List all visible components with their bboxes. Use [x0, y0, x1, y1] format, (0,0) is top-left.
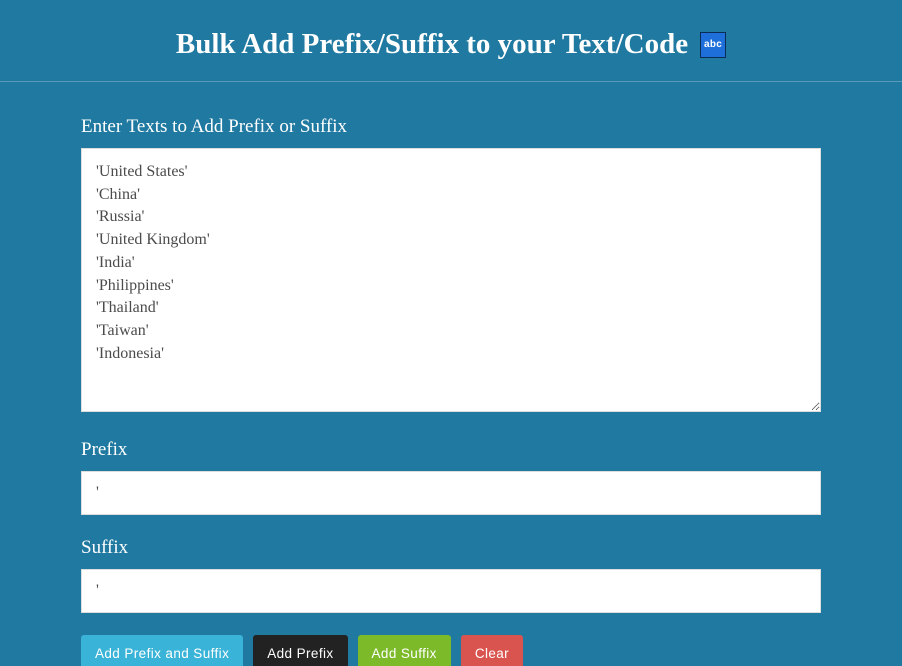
suffix-label: Suffix: [81, 537, 821, 559]
add-suffix-button[interactable]: Add Suffix: [358, 635, 451, 666]
prefix-label: Prefix: [81, 439, 821, 461]
clear-button[interactable]: Clear: [461, 635, 523, 666]
suffix-input[interactable]: [81, 569, 821, 613]
add-prefix-button[interactable]: Add Prefix: [253, 635, 347, 666]
add-prefix-suffix-button[interactable]: Add Prefix and Suffix: [81, 635, 243, 666]
abc-icon: abc: [700, 32, 726, 58]
page-title-text: Bulk Add Prefix/Suffix to your Text/Code: [176, 28, 688, 61]
prefix-input[interactable]: [81, 471, 821, 515]
input-text-label: Enter Texts to Add Prefix or Suffix: [81, 116, 821, 138]
button-row: Add Prefix and Suffix Add Prefix Add Suf…: [81, 635, 821, 666]
page-title: Bulk Add Prefix/Suffix to your Text/Code…: [176, 28, 726, 61]
page-header: Bulk Add Prefix/Suffix to your Text/Code…: [0, 0, 902, 82]
input-text-area[interactable]: [81, 148, 821, 412]
